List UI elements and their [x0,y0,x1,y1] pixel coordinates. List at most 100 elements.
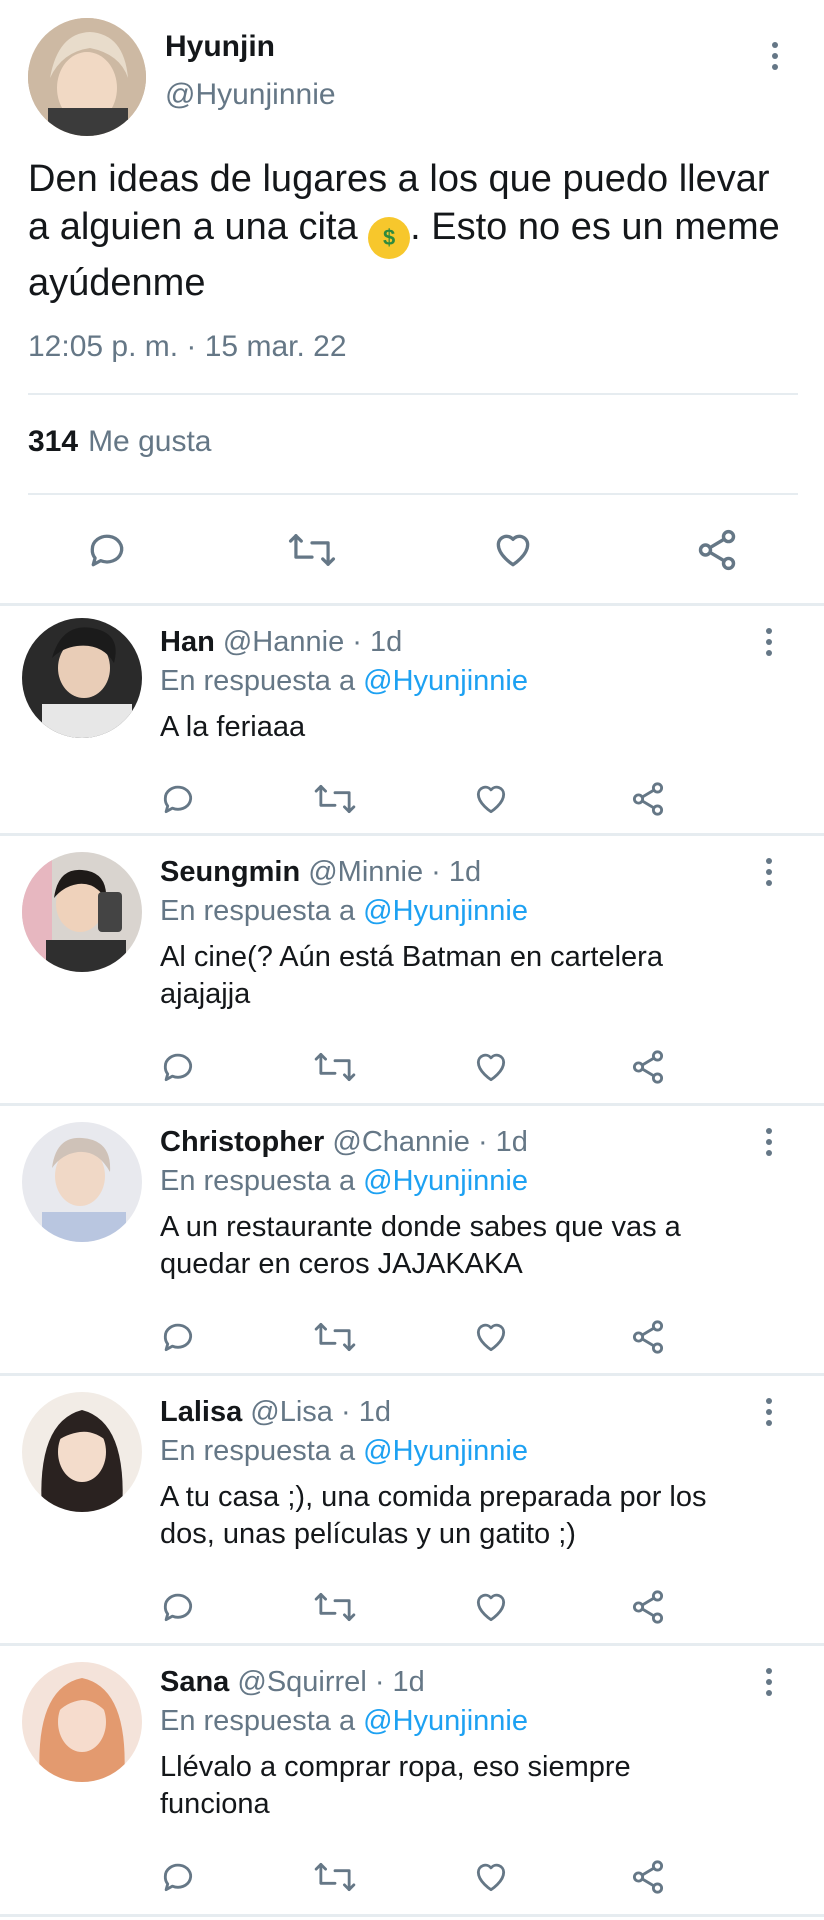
more-options-icon[interactable] [764,1128,774,1156]
reply-text-line: ajajajja [160,978,251,1010]
share-icon[interactable] [628,1312,668,1362]
in-reply-prefix: En respuesta a [160,1165,356,1197]
retweet-icon[interactable] [312,1312,358,1362]
in-reply-prefix: En respuesta a [160,1705,356,1737]
author-handle[interactable]: @Hyunjinnie [165,78,336,112]
share-icon[interactable] [628,1582,668,1632]
in-reply-handle-link[interactable]: @Hyunjinnie [363,1435,528,1467]
reply-text: Al cine(? Aún está Batman en cartelera a… [160,939,790,1013]
more-options-icon[interactable] [764,1398,774,1426]
likes-label: Me gusta [88,425,212,458]
in-reply-handle-link[interactable]: @Hyunjinnie [363,1705,528,1737]
main-tweet-actions [0,520,824,580]
divider [28,393,798,395]
reply-author-name[interactable]: Han [160,626,215,658]
reply-actions [0,1042,824,1092]
reply-header: Seungmin @Minnie · 1d [160,856,481,889]
in-reply-to: En respuesta a @Hyunjinnie [160,895,528,928]
like-icon[interactable] [471,1312,511,1362]
in-reply-prefix: En respuesta a [160,895,356,927]
reply-icon[interactable] [158,1582,198,1632]
more-options-icon[interactable] [764,1668,774,1696]
reply-author-name[interactable]: Seungmin [160,856,300,888]
share-icon[interactable] [628,1852,668,1902]
reply-author-name[interactable]: Christopher [160,1126,324,1158]
reply-text: Llévalo a comprar ropa, eso siempre func… [160,1749,790,1823]
reply-item[interactable]: Lalisa @Lisa · 1d En respuesta a @Hyunji… [0,1376,824,1643]
reply-item[interactable]: Christopher @Channie · 1d En respuesta a… [0,1106,824,1373]
reply-icon[interactable] [158,1312,198,1362]
likes-count: 314 [28,425,79,458]
reply-item[interactable]: Sana @Squirrel · 1d En respuesta a @Hyun… [0,1646,824,1916]
reply-icon[interactable] [158,774,198,824]
reply-time: · 1d [374,1666,425,1698]
author-avatar[interactable] [28,18,146,136]
avatar[interactable] [22,1662,142,1782]
avatar[interactable] [22,618,142,738]
retweet-icon[interactable] [284,520,340,580]
in-reply-prefix: En respuesta a [160,1435,356,1467]
reply-author-handle[interactable]: @Squirrel [237,1666,366,1698]
reply-actions [0,774,824,824]
reply-text: A la feriaaa [160,711,306,743]
in-reply-handle-link[interactable]: @Hyunjinnie [363,665,528,697]
reply-actions [0,1312,824,1362]
reply-time: · 1d [352,626,403,658]
reply-text-line: dos, unas películas y un gatito ;) [160,1518,576,1550]
divider [0,1914,824,1917]
more-options-icon[interactable] [770,42,780,70]
reply-actions [0,1582,824,1632]
reply-time: · 1d [340,1396,391,1428]
tweet-timestamp[interactable]: 12:05 p. m. · 15 mar. 22 [28,330,347,364]
retweet-icon[interactable] [312,1042,358,1092]
like-icon[interactable] [471,1042,511,1092]
reply-header: Sana @Squirrel · 1d [160,1666,425,1699]
reply-icon[interactable] [82,520,132,580]
reply-time: · 1d [431,856,482,888]
in-reply-to: En respuesta a @Hyunjinnie [160,1705,528,1738]
reply-author-handle[interactable]: @Channie [332,1126,469,1158]
reply-author-name[interactable]: Lalisa [160,1396,242,1428]
reply-icon[interactable] [158,1852,198,1902]
in-reply-handle-link[interactable]: @Hyunjinnie [363,895,528,927]
reply-text: A un restaurante donde sabes que vas a q… [160,1209,790,1283]
reply-header: Christopher @Channie · 1d [160,1126,528,1159]
like-icon[interactable] [488,520,538,580]
retweet-icon[interactable] [312,774,358,824]
reply-author-handle[interactable]: @Minnie [308,856,423,888]
reply-header: Lalisa @Lisa · 1d [160,1396,391,1429]
money-mouth-face-icon: $ [368,217,411,259]
reply-text-line: A tu casa ;), una comida preparada por l… [160,1481,707,1513]
like-icon[interactable] [471,1852,511,1902]
reply-item[interactable]: Han @Hannie · 1d En respuesta a @Hyunjin… [0,606,824,833]
reply-text-line: quedar en ceros JAJAKAKA [160,1248,523,1280]
in-reply-handle-link[interactable]: @Hyunjinnie [363,1165,528,1197]
in-reply-to: En respuesta a @Hyunjinnie [160,1165,528,1198]
divider [28,493,798,495]
reply-author-handle[interactable]: @Lisa [250,1396,333,1428]
likes-summary[interactable]: 314 Me gusta [28,425,211,459]
avatar[interactable] [22,852,142,972]
avatar[interactable] [22,1122,142,1242]
reply-author-handle[interactable]: @Hannie [223,626,344,658]
reply-item[interactable]: Seungmin @Minnie · 1d En respuesta a @Hy… [0,836,824,1103]
reply-author-name[interactable]: Sana [160,1666,229,1698]
author-name[interactable]: Hyunjin [165,30,275,64]
more-options-icon[interactable] [764,628,774,656]
retweet-icon[interactable] [312,1852,358,1902]
reply-text-line: A un restaurante donde sabes que vas a [160,1211,681,1243]
like-icon[interactable] [471,774,511,824]
share-icon[interactable] [628,1042,668,1092]
reply-time: · 1d [477,1126,528,1158]
retweet-icon[interactable] [312,1582,358,1632]
like-icon[interactable] [471,1582,511,1632]
reply-text: A tu casa ;), una comida preparada por l… [160,1479,790,1553]
tweet-text: Den ideas de lugares a los que puedo lle… [28,155,798,307]
reply-text-line: Al cine(? Aún está Batman en cartelera [160,941,663,973]
avatar[interactable] [22,1392,142,1512]
reply-text-line: funciona [160,1788,270,1820]
more-options-icon[interactable] [764,858,774,886]
share-icon[interactable] [692,520,742,580]
share-icon[interactable] [628,774,668,824]
reply-icon[interactable] [158,1042,198,1092]
